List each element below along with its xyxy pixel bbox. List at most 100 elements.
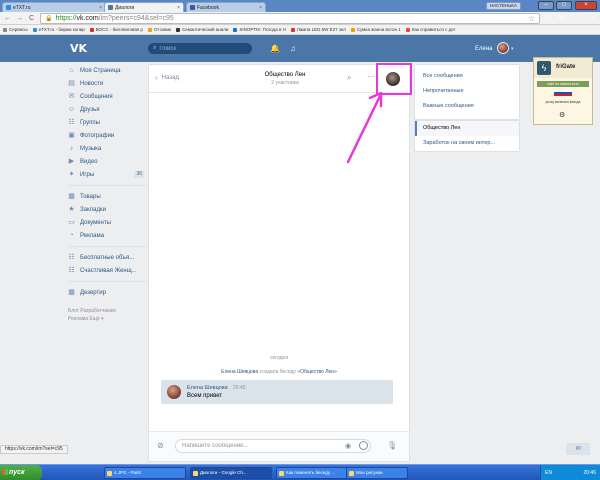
bookmark-favicon-icon xyxy=(32,27,37,32)
taskbar-item[interactable]: Мои рисунки xyxy=(346,467,408,479)
extension-icon[interactable]: M xyxy=(556,14,565,23)
search-icon[interactable]: ⌕ xyxy=(347,73,351,83)
camera-icon[interactable]: ◉ xyxy=(345,442,351,450)
footer-links-row[interactable]: Реклама Ещё ▾ xyxy=(68,315,146,323)
avatar[interactable] xyxy=(167,385,181,399)
service-author[interactable]: Елена Шевцова xyxy=(221,369,258,375)
menu-item-ads[interactable]: ◔ Реклама xyxy=(68,229,146,242)
browser-tab-dialogs[interactable]: Диалоги × xyxy=(104,2,184,12)
browser-tab-etxt[interactable]: eTXT.ru × xyxy=(2,2,106,12)
bookmark-item[interactable]: Сумка жанна вхтон 1 xyxy=(350,27,401,32)
frigate-proxy-note[interactable]: proxy включен всегда xyxy=(537,100,589,104)
notifications-bell-icon[interactable]: 🔔 xyxy=(270,44,280,53)
reload-button[interactable]: C xyxy=(27,14,36,23)
menu-item-photos[interactable]: ▣ Фотографии xyxy=(68,129,146,142)
close-tab-icon[interactable]: × xyxy=(177,5,180,11)
frigate-extension-icon[interactable]: f xyxy=(567,14,576,23)
vk-search[interactable]: ⌕ xyxy=(148,43,252,54)
back-button[interactable]: ← xyxy=(3,14,12,23)
vk-logo[interactable]: VK xyxy=(70,43,87,54)
bookmark-item[interactable]: Семантический анали xyxy=(175,27,228,32)
menu-footer: Блог Разработчикам Реклама Ещё ▾ xyxy=(68,307,146,323)
conversation-title[interactable]: Общество Лен xyxy=(245,72,325,78)
bookmark-item[interactable]: Отзовик xyxy=(148,27,171,32)
window-user-badge[interactable]: НАСТЕНЬКА xyxy=(486,2,521,10)
menu-item-friends[interactable]: ☺ Друзья xyxy=(68,103,146,116)
bookmark-item[interactable]: SINOPTIK: Погода в Н xyxy=(233,27,286,32)
menu-item-groups[interactable]: ☷ Группы xyxy=(68,116,146,129)
bookmark-item[interactable]: Как справиться с дет xyxy=(405,27,456,32)
settings-icon[interactable]: ⚙ xyxy=(559,111,565,119)
message-time[interactable]: 20:45 xyxy=(233,385,246,391)
menu-item-bookmarks[interactable]: ★ Закладки xyxy=(68,203,146,216)
lock-icon: 🔒 xyxy=(45,16,53,22)
bookmark-item[interactable]: eTXT.ru - биржа копир xyxy=(32,27,85,32)
frigate-header: ϟ friGate xyxy=(534,58,592,78)
menu-item-documents[interactable]: ▭ Документы xyxy=(68,216,146,229)
clock[interactable]: 20:46 xyxy=(583,465,596,480)
bookmark-item[interactable]: ВОСС - биллинговая р xyxy=(89,27,143,32)
tab-title: Диалоги xyxy=(115,4,135,11)
menu-item-music[interactable]: ♪ Музыка xyxy=(68,142,146,155)
menu-divider xyxy=(68,246,146,247)
search-input[interactable] xyxy=(159,45,240,52)
address-bar[interactable]: 🔒 https://vk.com/im?peers=c94&sel=c95 ☆ xyxy=(40,13,540,24)
bookmark-item[interactable]: Лампа LED 5W E27 зел xyxy=(290,27,346,32)
frigate-popup: ϟ friGate сайт из списка есть proxy вклю… xyxy=(533,57,593,125)
filter-unread[interactable]: Непрочитанные xyxy=(415,84,519,99)
message-row[interactable]: Елена Шевцова 20:45 Всем привет xyxy=(161,380,393,404)
start-button[interactable]: пуск xyxy=(0,465,42,480)
browser-tab-facebook[interactable]: Facebook × xyxy=(186,2,266,12)
filter-important[interactable]: Важные сообщения xyxy=(415,99,519,114)
bookmark-favicon-icon xyxy=(89,27,94,32)
emoji-icon[interactable] xyxy=(359,441,368,450)
apps-icon xyxy=(3,27,7,32)
bookmarks-icon: ★ xyxy=(68,206,75,213)
chat-toggle-button[interactable]: ✉ xyxy=(566,443,590,455)
menu-item-news[interactable]: ▤ Новости xyxy=(68,77,146,90)
chevron-down-icon[interactable]: ▾ xyxy=(511,46,514,52)
highlight-arrow-icon xyxy=(346,91,383,164)
menu-item-app-deserter[interactable]: ▦ Дезертир xyxy=(68,286,146,299)
menu-item-games[interactable]: ✦ Игры 36 xyxy=(68,168,146,181)
menu-item-group-free-ads[interactable]: ☷ Бесплатные объя... xyxy=(68,251,146,264)
microphone-icon[interactable]: 🎙 xyxy=(387,441,397,450)
conversation-item[interactable]: Общество Лен xyxy=(415,121,519,136)
conversation-members[interactable]: 2 участника xyxy=(245,80,325,86)
extension-icon[interactable]: S xyxy=(545,14,554,23)
close-tab-icon[interactable]: × xyxy=(259,5,262,11)
more-actions-icon[interactable]: ··· xyxy=(367,72,375,81)
minimize-button[interactable]: – xyxy=(538,1,554,10)
menu-item-messages[interactable]: ✉ Сообщения xyxy=(68,90,146,103)
header-user-name[interactable]: Елена xyxy=(475,46,493,52)
menu-item-label: Музыка xyxy=(80,145,102,152)
forward-button[interactable]: → xyxy=(15,14,24,23)
menu-item-goods[interactable]: ▦ Товары xyxy=(68,190,146,203)
header-avatar[interactable] xyxy=(497,42,509,54)
menu-item-video[interactable]: ▶ Видео xyxy=(68,155,146,168)
message-author[interactable]: Елена Шевцова xyxy=(187,385,228,391)
menu-icon[interactable]: ≡ xyxy=(589,14,597,23)
extension-icon[interactable]: * xyxy=(578,14,587,23)
menu-item-label: Дезертир xyxy=(80,289,106,296)
back-link[interactable]: ‹ Назад xyxy=(155,73,179,82)
message-input[interactable] xyxy=(175,439,371,453)
taskbar-item[interactable]: Диалоги - Google Ch... xyxy=(190,467,272,479)
footer-links-row[interactable]: Блог Разработчикам xyxy=(68,307,146,315)
conversation-item[interactable]: Заработок на своем интер... xyxy=(415,136,519,151)
attach-icon[interactable]: ⊘ xyxy=(157,441,164,450)
music-player-icon[interactable]: ♫ xyxy=(290,44,296,53)
taskbar-item[interactable]: 4.JPG - Paint xyxy=(104,467,186,479)
menu-item-my-page[interactable]: ⌂ Моя Страница xyxy=(68,64,146,77)
bookmark-star-icon[interactable]: ☆ xyxy=(528,14,535,23)
maximize-button[interactable]: □ xyxy=(556,1,572,10)
filter-all[interactable]: Все сообщения xyxy=(415,69,519,84)
language-indicator[interactable]: EN xyxy=(545,465,552,480)
menu-item-group-happy-woman[interactable]: ☷ Счастливая Женщ... xyxy=(68,264,146,277)
bookmark-item[interactable]: Сервисы xyxy=(3,27,28,32)
close-window-button[interactable]: × xyxy=(575,1,597,10)
close-tab-icon[interactable]: × xyxy=(99,5,102,11)
frigate-status[interactable]: сайт из списка есть xyxy=(537,81,589,87)
frigate-name: friGate xyxy=(556,64,576,70)
vk-header: VK ⌕ 🔔 ♫ Елена ▾ xyxy=(0,35,600,62)
